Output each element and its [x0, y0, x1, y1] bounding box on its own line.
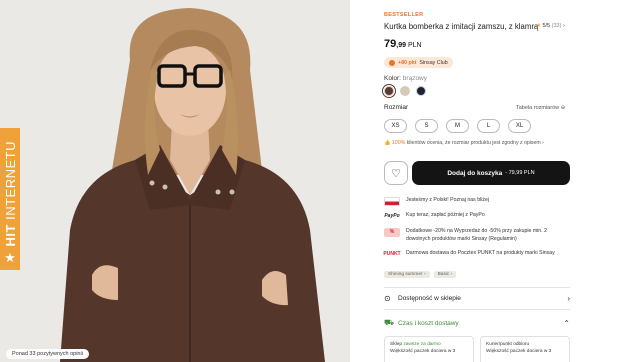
bestseller-badge: BESTSELLER — [384, 12, 424, 18]
paypo-icon: PayPo — [384, 212, 400, 219]
size-fit-note[interactable]: 👍 100% klientów ocenia, że rozmiar produ… — [384, 140, 544, 146]
model-illustration — [0, 0, 350, 362]
sale-icon: % — [384, 228, 400, 237]
delivery-option-highlight: zawsze za darmo — [403, 342, 441, 347]
fit-text: klientów ocenia, że rozmiar produktu jes… — [406, 140, 544, 146]
collection-tags: Shining summer › Basic › — [384, 271, 457, 278]
delivery-option-desc: Większość paczek dociera w 3 — [390, 349, 456, 354]
size-button-m[interactable]: M — [446, 119, 469, 133]
product-price: 79,99 PLN — [384, 38, 422, 50]
benefit-text: Kup teraz, zapłać później z PayPo — [406, 212, 485, 218]
rating-link[interactable]: ★ 5/5 (33) › — [536, 23, 565, 29]
color-swatches — [382, 84, 426, 98]
cart-label: Dodaj do koszyka — [447, 169, 503, 177]
delivery-label: Czas i koszt dostawy — [398, 319, 459, 327]
heart-icon: ♡ — [391, 167, 401, 180]
benefit-item[interactable]: % Dodatkowe -20% na Wyprzedaż do -50% pr… — [384, 228, 554, 243]
size-button-xs[interactable]: XS — [384, 119, 407, 133]
size-button-l[interactable]: L — [477, 119, 500, 133]
store-availability-row[interactable]: ⊙ Dostępność w sklepie › — [384, 291, 570, 305]
color-value: brązowy — [402, 75, 428, 82]
delivery-row[interactable]: ⛟ Czas i koszt dostawy ⌃ — [384, 316, 570, 330]
club-label: Sinsay Club — [419, 59, 448, 66]
size-button-xl[interactable]: XL — [508, 119, 531, 133]
chevron-up-icon: ⌃ — [563, 318, 570, 328]
benefit-text: Darmowa dostawa do Pocztex PUNKT na prod… — [406, 250, 555, 256]
delivery-option-courier[interactable]: Kurier/punkt odbioru Większość paczek do… — [480, 336, 570, 362]
sinsay-club-chip[interactable]: +80 pkt Sinsay Club — [384, 57, 453, 68]
size-table-link[interactable]: Tabela rozmiarów ⊖ — [516, 105, 565, 111]
benefit-item[interactable]: PUNKT Darmowa dostawa do Pocztex PUNKT n… — [383, 250, 570, 259]
price-cents: ,99 — [396, 42, 406, 49]
divider — [384, 309, 570, 310]
delivery-option-title: Kurier/punkt odbioru — [486, 342, 530, 347]
club-icon — [389, 59, 395, 66]
benefit-text: Dodatkowe -20% na Wyprzedaż do -50% przy… — [406, 228, 547, 242]
rating-star-icon: ★ — [536, 23, 541, 29]
divider — [384, 287, 570, 288]
store-availability-label: Dostępność w sklepie — [398, 294, 461, 302]
color-swatch-navy[interactable] — [416, 86, 426, 96]
price-currency: PLN — [407, 42, 422, 49]
hit-badge-thin: INTERNETU — [2, 140, 18, 220]
product-title: Kurtka bomberka z imitacji zamszu, z kla… — [384, 22, 539, 31]
chevron-right-icon: › — [567, 293, 570, 303]
add-to-cart-button[interactable]: Dodaj do koszyka - 79,99 PLN — [412, 161, 570, 185]
price-main: 79 — [384, 38, 397, 50]
fit-percent: 100% — [391, 140, 406, 146]
tag-basic[interactable]: Basic › — [433, 271, 457, 278]
favorite-button[interactable]: ♡ — [384, 161, 408, 185]
size-options: XS S M L XL — [384, 119, 531, 133]
delivery-option-store[interactable]: Sklep zawsze za darmo Większość paczek d… — [384, 336, 474, 362]
benefit-item[interactable]: Jesteśmy z Polski! Poznaj nas bliżej — [384, 197, 570, 206]
reviews-pill[interactable]: Ponad 33 pozytywnych opinii — [6, 349, 89, 359]
size-label: Rozmiar — [384, 104, 409, 111]
truck-icon: ⛟ — [384, 318, 395, 327]
delivery-options: Sklep zawsze za darmo Większość paczek d… — [384, 336, 570, 362]
color-swatch-brown[interactable] — [382, 84, 396, 98]
benefit-text: Jesteśmy z Polski! Poznaj nas bliżej — [406, 197, 490, 203]
tag-shining-summer[interactable]: Shining summer › — [384, 271, 430, 278]
club-points: +80 pkt — [398, 59, 417, 66]
rating-count: (33) — [551, 23, 562, 29]
delivery-option-title: Sklep — [390, 342, 402, 347]
color-swatch-beige[interactable] — [400, 86, 410, 96]
location-icon: ⊙ — [384, 293, 391, 303]
hit-internetu-badge: HIT INTERNETU ★ — [0, 128, 20, 270]
product-photo[interactable]: HIT INTERNETU ★ Ponad 33 pozytywnych opi… — [0, 0, 350, 362]
delivery-option-desc: Większość paczek dociera w 3 — [486, 349, 552, 354]
rating-value: 5/5 — [542, 23, 551, 29]
thumbs-up-icon: 👍 — [384, 140, 391, 146]
chevron-right-icon: › — [562, 23, 565, 29]
punkt-icon: PUNKT — [383, 250, 401, 257]
product-panel: BESTSELLER Kurtka bomberka z imitacji za… — [382, 0, 574, 362]
cart-price: - 79,99 PLN — [505, 170, 535, 176]
color-label-text: Kolor: — [384, 75, 401, 82]
color-label: Kolor: brązowy — [384, 75, 427, 82]
star-icon: ★ — [4, 250, 16, 265]
size-button-s[interactable]: S — [415, 119, 438, 133]
poland-flag-icon — [384, 197, 400, 206]
benefit-item[interactable]: PayPo Kup teraz, zapłać później z PayPo — [384, 212, 570, 221]
hit-badge-bold: HIT — [2, 223, 18, 246]
